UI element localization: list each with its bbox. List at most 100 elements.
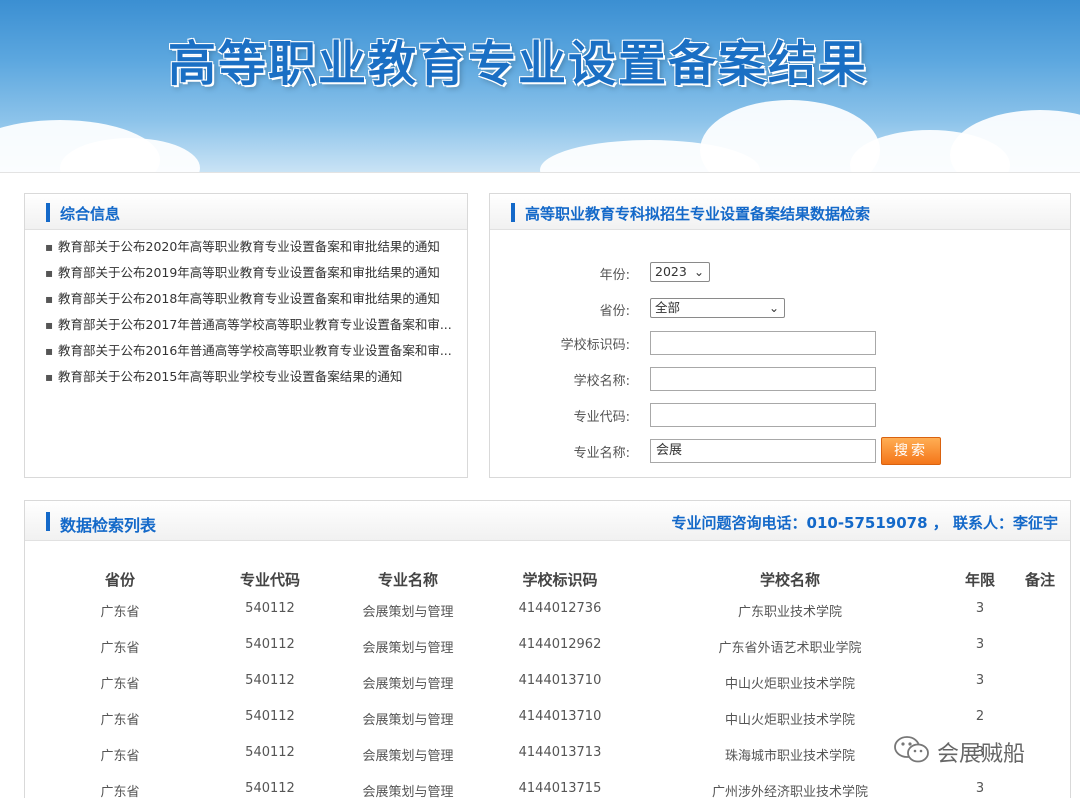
table-row: 广东省 540112 会展策划与管理 4144013715 广州涉外经济职业技术… bbox=[25, 775, 1070, 798]
search-panel-header: 高等职业教育专科拟招生专业设置备案结果数据检索 bbox=[490, 194, 1070, 230]
search-panel: 高等职业教育专科拟招生专业设置备案结果数据检索 年份: 2023 ⌄ 省份: 全… bbox=[489, 193, 1071, 478]
news-link[interactable]: 教育部关于公布2020年高等职业教育专业设置备案和审批结果的通知 bbox=[58, 239, 440, 254]
news-link[interactable]: 教育部关于公布2015年高等职业学校专业设置备案结果的通知 bbox=[58, 369, 402, 384]
column-header: 学校标识码 bbox=[522, 571, 598, 589]
cell-years: 3 bbox=[975, 601, 985, 616]
search-button[interactable]: 搜索 bbox=[881, 437, 941, 465]
table-row: 广东省 540112 会展策划与管理 4144012962 广东省外语艺术职业学… bbox=[25, 631, 1070, 667]
news-link[interactable]: 教育部关于公布2017年普通高等学校高等职业教育专业设置备案和审... bbox=[58, 317, 452, 332]
results-panel-header: 数据检索列表 专业问题咨询电话：010-57519078 ， 联系人：李征宇 bbox=[25, 501, 1070, 541]
cell-major-name: 会展策划与管理 bbox=[362, 713, 454, 728]
school-name-input[interactable] bbox=[650, 367, 876, 391]
news-link[interactable]: 教育部关于公布2019年高等职业教育专业设置备案和审批结果的通知 bbox=[58, 265, 440, 280]
bullet-icon: ▪ bbox=[45, 370, 54, 384]
column-header: 学校名称 bbox=[759, 571, 820, 589]
school-code-input[interactable] bbox=[650, 331, 876, 355]
cloud-shape bbox=[950, 110, 1080, 172]
cell-school-code: 4144013713 bbox=[518, 745, 602, 760]
province-select[interactable]: 全部 ⌄ bbox=[650, 298, 785, 318]
news-item[interactable]: ▪ 教育部关于公布2020年高等职业教育专业设置备案和审批结果的通知 bbox=[45, 234, 465, 260]
major-name-row: 专业名称: 会展 搜索 bbox=[490, 437, 1070, 465]
cell-school-code: 4144012736 bbox=[518, 601, 602, 616]
info-panel-title: 综合信息 bbox=[60, 205, 121, 223]
page-title: 高等职业教育专业设置备案结果 bbox=[168, 36, 869, 92]
cell-school-name: 广东职业技术学院 bbox=[737, 605, 842, 620]
cell-province: 广东省 bbox=[100, 605, 140, 620]
hotline-text: 专业问题咨询电话：010-57519078 ， 联系人：李征宇 bbox=[671, 514, 1058, 532]
cell-major-code: 540112 bbox=[245, 673, 295, 688]
cell-school-name: 中山火炬职业技术学院 bbox=[724, 713, 855, 728]
news-item[interactable]: ▪ 教育部关于公布2019年高等职业教育专业设置备案和审批结果的通知 bbox=[45, 260, 465, 286]
year-value: 2023 bbox=[655, 264, 687, 279]
cell-major-name: 会展策划与管理 bbox=[362, 677, 454, 692]
news-item[interactable]: ▪ 教育部关于公布2018年高等职业教育专业设置备案和审批结果的通知 bbox=[45, 286, 465, 312]
year-select[interactable]: 2023 ⌄ bbox=[650, 262, 710, 282]
cell-school-code: 4144013710 bbox=[518, 673, 602, 688]
cell-province: 广东省 bbox=[100, 713, 140, 728]
province-label: 省份: bbox=[599, 304, 630, 319]
cell-school-code: 4144013710 bbox=[518, 709, 602, 724]
search-panel-title: 高等职业教育专科拟招生专业设置备案结果数据检索 bbox=[525, 205, 871, 223]
school-name-label: 学校名称: bbox=[573, 374, 630, 389]
column-header: 专业代码 bbox=[239, 571, 300, 589]
column-header: 年限 bbox=[964, 571, 995, 589]
cell-major-name: 会展策划与管理 bbox=[362, 641, 454, 656]
cell-major-name: 会展策划与管理 bbox=[362, 605, 454, 620]
bullet-icon: ▪ bbox=[45, 292, 54, 306]
cell-major-name: 会展策划与管理 bbox=[362, 749, 454, 764]
results-panel-title: 数据检索列表 bbox=[60, 516, 157, 535]
header-banner: 高等职业教育专业设置备案结果 bbox=[0, 0, 1080, 172]
cell-major-code: 540112 bbox=[245, 781, 295, 796]
news-item[interactable]: ▪ 教育部关于公布2017年普通高等学校高等职业教育专业设置备案和审... bbox=[45, 312, 465, 338]
accent-bar bbox=[511, 203, 515, 222]
news-list: ▪ 教育部关于公布2020年高等职业教育专业设置备案和审批结果的通知 ▪ 教育部关于… bbox=[25, 230, 467, 390]
accent-bar bbox=[46, 203, 50, 222]
school-code-label: 学校标识码: bbox=[560, 338, 630, 353]
cell-school-name: 广东省外语艺术职业学院 bbox=[718, 641, 862, 656]
table-header: 省份 专业代码 专业名称 学校标识码 学校名称 年限 备注 bbox=[25, 567, 1070, 595]
cell-years: 3 bbox=[975, 673, 985, 688]
news-item[interactable]: ▪ 教育部关于公布2015年高等职业学校专业设置备案结果的通知 bbox=[45, 364, 465, 390]
cell-province: 广东省 bbox=[100, 641, 140, 656]
cell-years: 2 bbox=[975, 709, 985, 724]
cell-years: 3 bbox=[975, 637, 985, 652]
cell-province: 广东省 bbox=[100, 749, 140, 764]
info-panel: 综合信息 ▪ 教育部关于公布2020年高等职业教育专业设置备案和审批结果的通知 ▪… bbox=[24, 193, 468, 478]
watermark-text: 会展贼船 bbox=[937, 742, 1026, 767]
cell-school-name: 广州涉外经济职业技术学院 bbox=[711, 785, 868, 798]
cell-province: 广东省 bbox=[100, 677, 140, 692]
bullet-icon: ▪ bbox=[45, 240, 54, 254]
bullet-icon: ▪ bbox=[45, 344, 54, 358]
year-label: 年份: bbox=[599, 268, 630, 283]
major-code-label: 专业代码: bbox=[573, 410, 630, 425]
cell-major-code: 540112 bbox=[245, 601, 295, 616]
cell-major-code: 540112 bbox=[245, 709, 295, 724]
bullet-icon: ▪ bbox=[45, 318, 54, 332]
chevron-down-icon: ⌄ bbox=[768, 301, 779, 315]
cell-major-name: 会展策划与管理 bbox=[362, 785, 454, 798]
cell-major-code: 540112 bbox=[245, 745, 295, 760]
column-header: 省份 bbox=[104, 571, 135, 589]
cell-years: 3 bbox=[975, 781, 985, 796]
info-panel-header: 综合信息 bbox=[25, 194, 467, 230]
column-header: 专业名称 bbox=[377, 571, 438, 589]
cell-province: 广东省 bbox=[100, 785, 140, 798]
bullet-icon: ▪ bbox=[45, 266, 54, 280]
cell-school-name: 珠海城市职业技术学院 bbox=[724, 749, 855, 764]
school-name-row: 学校名称: bbox=[490, 367, 1070, 391]
news-link[interactable]: 教育部关于公布2018年高等职业教育专业设置备案和审批结果的通知 bbox=[58, 291, 440, 306]
year-row: 年份: 2023 ⌄ bbox=[490, 261, 1070, 285]
wechat-icon bbox=[894, 736, 929, 763]
major-code-row: 专业代码: bbox=[490, 403, 1070, 427]
major-name-label: 专业名称: bbox=[573, 446, 630, 461]
major-name-input[interactable]: 会展 bbox=[650, 439, 876, 463]
accent-bar bbox=[46, 512, 50, 531]
news-item[interactable]: ▪ 教育部关于公布2016年普通高等学校高等职业教育专业设置备案和审... bbox=[45, 338, 465, 364]
cell-major-code: 540112 bbox=[245, 637, 295, 652]
cell-school-name: 中山火炬职业技术学院 bbox=[724, 677, 855, 692]
major-code-input[interactable] bbox=[650, 403, 876, 427]
column-header: 备注 bbox=[1024, 571, 1055, 589]
province-value: 全部 bbox=[655, 300, 681, 315]
cell-school-code: 4144012962 bbox=[518, 637, 602, 652]
news-link[interactable]: 教育部关于公布2016年普通高等学校高等职业教育专业设置备案和审... bbox=[58, 343, 452, 358]
